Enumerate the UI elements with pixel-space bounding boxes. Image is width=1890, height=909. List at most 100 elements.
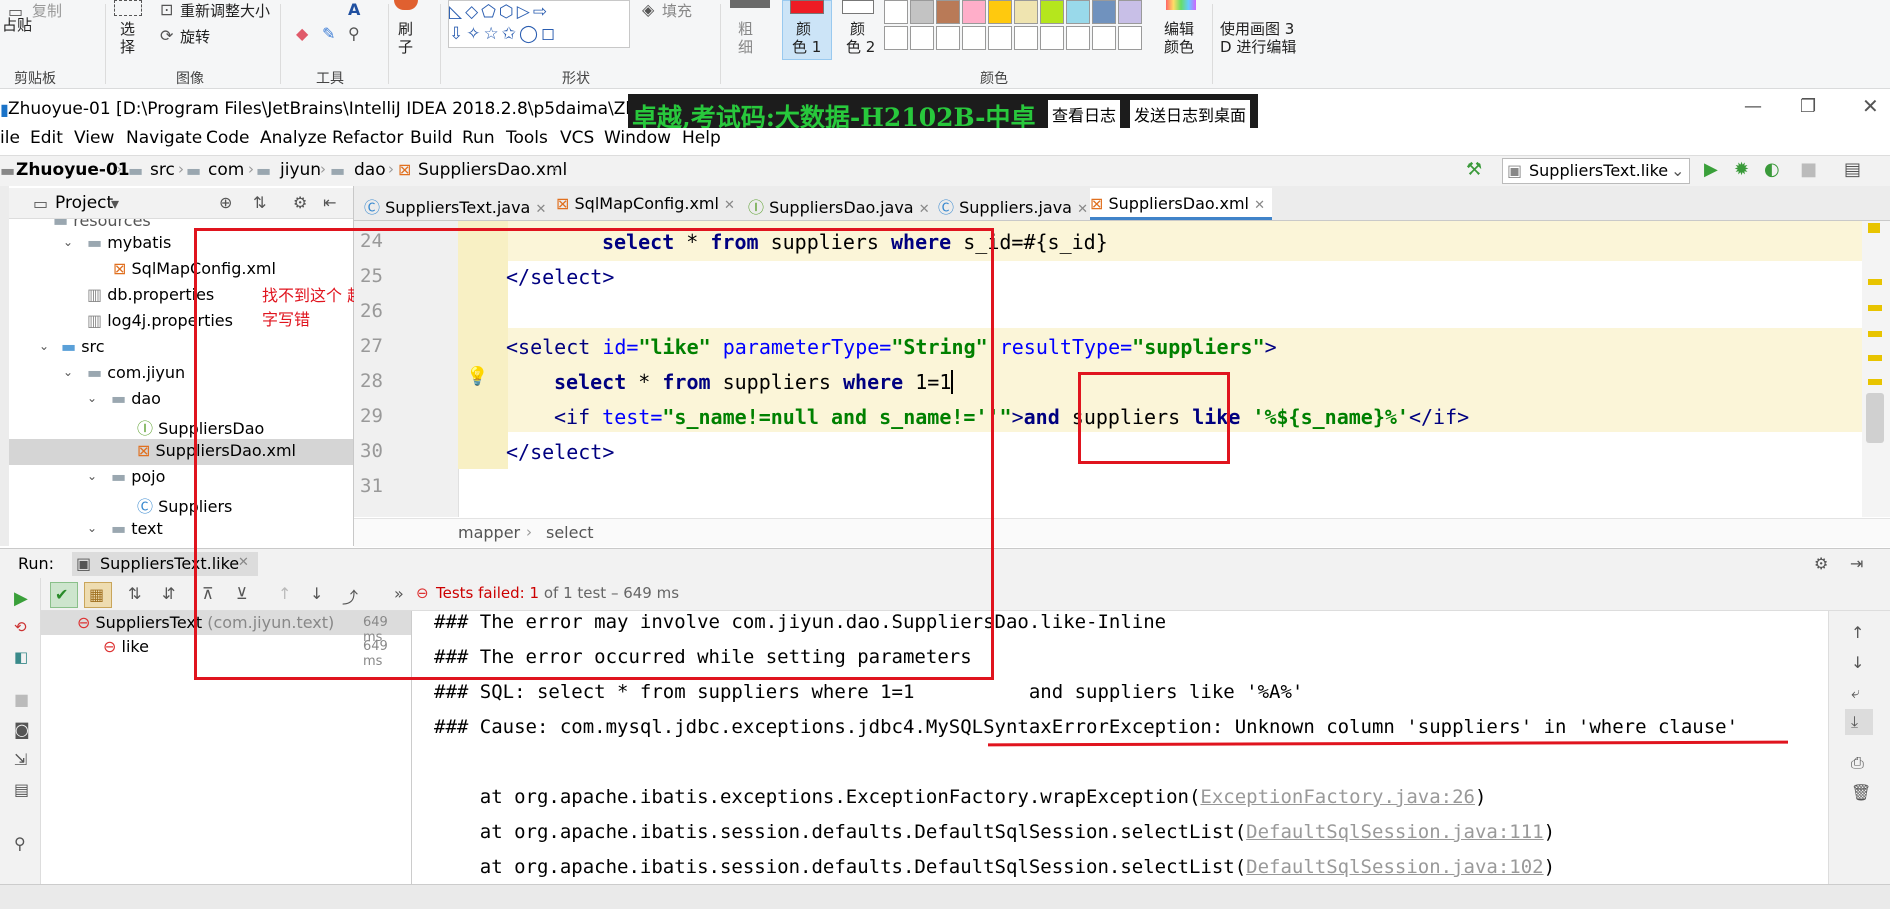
warning-marker[interactable] <box>1868 223 1880 233</box>
editor-scrollbar[interactable] <box>1862 221 1890 517</box>
locate-icon[interactable]: ⊕ <box>219 193 232 212</box>
tab-suppliersdao-xml-active[interactable]: ⊠ SuppliersDao.xml ✕ <box>1090 188 1272 220</box>
text-tool-icon[interactable]: A <box>348 0 360 19</box>
close-tab-icon[interactable]: ✕ <box>535 202 546 217</box>
rerun-failed-icon[interactable]: ⟲ <box>14 618 27 636</box>
layout-icon[interactable]: ▤ <box>14 780 29 799</box>
palette-swatch-empty[interactable] <box>1118 26 1142 50</box>
palette-swatch[interactable] <box>1014 0 1038 24</box>
palette-swatch-empty[interactable] <box>1066 26 1090 50</box>
tab-suppliers-java[interactable]: Ⓒ Suppliers.java ✕ <box>938 188 1088 220</box>
palette-swatch[interactable] <box>1118 0 1142 24</box>
breadcrumb-src[interactable]: src <box>150 160 175 180</box>
palette-swatch[interactable] <box>1040 0 1064 24</box>
sort-alpha-icon[interactable]: ⇅ <box>128 584 141 603</box>
stop-icon[interactable]: ■ <box>14 690 29 709</box>
chevron-down-icon[interactable]: ▾ <box>111 194 119 213</box>
stack-link[interactable]: ExceptionFactory.java:26 <box>1200 786 1475 808</box>
collapse-icon[interactable]: ⇅ <box>253 193 266 212</box>
rotate-button[interactable]: 旋转 <box>180 26 210 47</box>
menu-window[interactable]: Window <box>604 128 671 148</box>
chevron-down-icon[interactable]: ⌄ <box>87 521 97 535</box>
palette-swatch[interactable] <box>1092 0 1116 24</box>
magnifier-icon[interactable]: ⚲ <box>348 24 360 43</box>
tab-sqlmapconfig-xml[interactable]: ⊠ SqlMapConfig.xml ✕ <box>556 188 746 220</box>
soft-wrap-icon[interactable]: ⤶ <box>1851 683 1860 703</box>
palette-swatch[interactable] <box>884 0 908 24</box>
tree-item-resources[interactable]: ▬ resources <box>53 219 151 230</box>
restore-icon[interactable]: ❐ <box>1800 96 1816 117</box>
stack-link[interactable]: DefaultSqlSession.java:102 <box>1246 856 1543 878</box>
warning-marker[interactable] <box>1868 305 1882 311</box>
build-hammer-icon[interactable]: ⚒ <box>1466 159 1482 180</box>
chevron-down-icon[interactable]: ⌄ <box>63 235 73 249</box>
trash-icon[interactable]: 🗑 <box>1851 783 1871 802</box>
menu-help[interactable]: Help <box>682 128 721 148</box>
fill-button[interactable]: 填充 <box>662 0 692 21</box>
import-icon[interactable]: ⇲ <box>14 750 27 769</box>
hide-panel-icon[interactable]: ⇤ <box>323 193 336 212</box>
resize-button[interactable]: 重新调整大小 <box>180 0 270 21</box>
stack-link[interactable]: DefaultSqlSession.java:111 <box>1246 821 1543 843</box>
chevron-down-icon[interactable]: ⌄ <box>63 365 73 379</box>
scroll-up-icon[interactable]: ↑ <box>1851 623 1864 642</box>
palette-swatch-empty[interactable] <box>1014 26 1038 50</box>
menu-analyze[interactable]: Analyze <box>260 128 327 148</box>
menu-build[interactable]: Build <box>410 128 453 148</box>
menu-file[interactable]: ile <box>0 128 20 148</box>
minimize-icon[interactable]: — <box>1744 96 1762 117</box>
coverage-icon[interactable]: ◐ <box>1764 159 1780 180</box>
sort-duration-icon[interactable]: ⇵ <box>162 584 175 603</box>
palette-swatch-empty[interactable] <box>962 26 986 50</box>
close-tab-icon[interactable]: ✕ <box>1254 198 1265 213</box>
breadcrumb-com[interactable]: com <box>208 160 244 180</box>
gear-icon[interactable]: ⚙ <box>1814 554 1828 573</box>
menu-refactor[interactable]: Refactor <box>332 128 403 148</box>
show-passed-button[interactable]: ✔ <box>50 582 78 608</box>
menu-tools[interactable]: Tools <box>506 128 548 148</box>
scroll-down-icon[interactable]: ↓ <box>1851 653 1864 672</box>
menu-code[interactable]: Code <box>206 128 250 148</box>
chevron-down-icon[interactable]: ⌄ <box>39 339 49 353</box>
scroll-thumb[interactable] <box>1866 393 1884 443</box>
scroll-to-end-button[interactable]: ⤓ <box>1845 709 1873 735</box>
close-tab-icon[interactable]: ✕ <box>1077 202 1088 217</box>
send-log-button[interactable]: 发送日志到桌面 <box>1130 100 1251 128</box>
palette-swatch-empty[interactable] <box>988 26 1012 50</box>
tab-supplierstext-java[interactable]: Ⓒ SuppliersText.java ✕ <box>364 188 546 220</box>
print-icon[interactable]: ⎙ <box>1851 753 1864 773</box>
copy-button[interactable]: 复制 <box>32 0 62 21</box>
debug-icon[interactable]: ✹ <box>1734 159 1749 180</box>
shapes-gallery[interactable]: ◺◇⬠⬡▷⇨ ⇩✧☆✩◯◻ <box>448 0 630 48</box>
pin-icon[interactable]: ⚲ <box>14 834 26 853</box>
chevron-down-icon[interactable]: ⌄ <box>87 469 97 483</box>
palette-swatch[interactable] <box>936 0 960 24</box>
tree-item-text[interactable]: ▬ text <box>111 519 163 538</box>
palette-swatch[interactable] <box>988 0 1012 24</box>
view-log-button[interactable]: 查看日志 <box>1048 100 1121 128</box>
breadcrumb-project[interactable]: Zhuoyue-01 <box>16 160 130 180</box>
close-icon[interactable]: ✕ <box>1862 94 1879 118</box>
run-config-select[interactable]: ▣ SuppliersText.like ⌄ <box>1502 158 1690 184</box>
color2-swatch[interactable] <box>842 0 874 14</box>
tree-item-pojo[interactable]: ▬ pojo <box>111 467 165 486</box>
run-icon[interactable]: ▶ <box>1704 159 1718 180</box>
warning-marker[interactable] <box>1868 355 1882 361</box>
tab-suppliersdao-java[interactable]: Ⓘ SuppliersDao.java ✕ <box>748 188 932 220</box>
breadcrumb-dao[interactable]: dao <box>354 160 386 180</box>
chevron-down-icon[interactable]: ⌄ <box>87 391 97 405</box>
test-case-row[interactable]: ⊖ like <box>103 637 149 656</box>
tree-item-mybatis[interactable]: ▬ mybatis <box>87 233 171 252</box>
palette-swatch-empty[interactable] <box>936 26 960 50</box>
tree-item-src[interactable]: ▬ src <box>61 337 105 356</box>
close-tab-icon[interactable]: ✕ <box>724 198 735 213</box>
palette-swatch[interactable] <box>962 0 986 24</box>
palette-swatch-empty[interactable] <box>884 26 908 50</box>
eraser-icon[interactable]: ◆ <box>296 24 308 43</box>
warning-marker[interactable] <box>1868 331 1882 337</box>
project-header-label[interactable]: Project <box>55 193 113 213</box>
toggle-auto-test-icon[interactable]: ◧ <box>14 648 28 666</box>
menu-run[interactable]: Run <box>462 128 495 148</box>
palette-swatch[interactable] <box>910 0 934 24</box>
camera-icon[interactable]: ◙ <box>14 720 30 739</box>
